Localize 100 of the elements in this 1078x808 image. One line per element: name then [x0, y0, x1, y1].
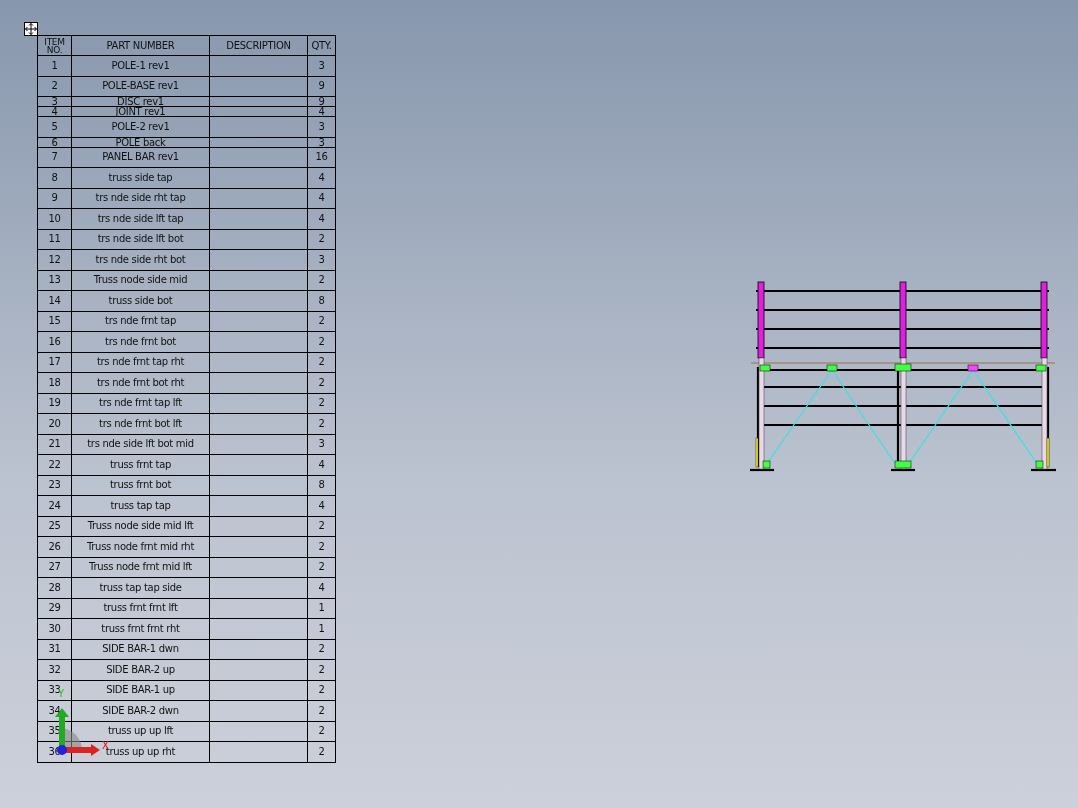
- table-cell: 7: [37, 147, 72, 168]
- table-cell: 31: [37, 639, 72, 660]
- table-cell: truss up up lft: [71, 721, 210, 742]
- table-cell: 22: [37, 454, 72, 475]
- table-cell: 16: [307, 147, 336, 168]
- table-cell: 12: [37, 249, 72, 270]
- table-cell: 4: [307, 577, 336, 598]
- table-cell: 9: [307, 96, 336, 107]
- table-cell: trs nde frnt tap lft: [71, 393, 210, 414]
- table-cell: 8: [37, 167, 72, 188]
- column-header: DESCRIPTION: [209, 35, 308, 56]
- table-cell: 2: [307, 721, 336, 742]
- table-cell: 2: [307, 557, 336, 578]
- table-cell: 14: [37, 290, 72, 311]
- table-cell: 2: [307, 413, 336, 434]
- table-cell: 2: [307, 700, 336, 721]
- table-cell: 2: [307, 639, 336, 660]
- table-cell: truss frnt tap: [71, 454, 210, 475]
- table-cell: trs nde frnt bot: [71, 331, 210, 352]
- table-cell: 1: [307, 598, 336, 619]
- table-cell: Truss node frnt mid rht: [71, 536, 210, 557]
- table-cell: POLE back: [71, 137, 210, 147]
- table-cell: truss frnt frnt lft: [71, 598, 210, 619]
- table-cell: PANEL BAR rev1: [71, 147, 210, 168]
- table-cell: 29: [37, 598, 72, 619]
- table-cell: 9: [37, 188, 72, 209]
- table-cell: 28: [37, 577, 72, 598]
- table-cell: 1: [307, 618, 336, 639]
- table-cell: trs nde frnt tap: [71, 311, 210, 332]
- table-cell: 5: [37, 116, 72, 137]
- table-cell: 3: [307, 249, 336, 270]
- table-cell: 21: [37, 434, 72, 455]
- table-cell: POLE-1 rev1: [71, 55, 210, 76]
- table-cell: DISC rev1: [71, 96, 210, 107]
- table-cell: truss tap tap side: [71, 577, 210, 598]
- table-cell: 2: [307, 516, 336, 537]
- table-cell: 20: [37, 413, 72, 434]
- table-cell: POLE-2 rev1: [71, 116, 210, 137]
- table-cell: Truss node side mid: [71, 270, 210, 291]
- table-cell: 24: [37, 495, 72, 516]
- table-cell: SIDE BAR-1 up: [71, 680, 210, 701]
- table-cell: truss frnt frnt rht: [71, 618, 210, 639]
- table-cell: trs nde frnt tap rht: [71, 352, 210, 373]
- table-cell: 2: [307, 372, 336, 393]
- table-cell: 2: [307, 331, 336, 352]
- move-handle-icon[interactable]: [24, 22, 38, 36]
- table-cell: truss side bot: [71, 290, 210, 311]
- table-cell: 17: [37, 352, 72, 373]
- table-cell: 4: [307, 495, 336, 516]
- table-cell: 2: [307, 229, 336, 250]
- table-cell: 2: [307, 536, 336, 557]
- table-cell: truss frnt bot: [71, 475, 210, 496]
- table-cell: 3: [307, 116, 336, 137]
- table-cell: 10: [37, 208, 72, 229]
- table-cell: 4: [307, 208, 336, 229]
- table-cell: 3: [307, 55, 336, 76]
- table-cell: trs nde side rht bot: [71, 249, 210, 270]
- table-cell: 2: [307, 680, 336, 701]
- table-cell: 2: [307, 270, 336, 291]
- table-cell: 4: [307, 167, 336, 188]
- table-cell: SIDE BAR-2 dwn: [71, 700, 210, 721]
- table-cell: 2: [307, 741, 336, 762]
- table-cell: 8: [307, 475, 336, 496]
- table-cell: 23: [37, 475, 72, 496]
- table-cell: trs nde side lft tap: [71, 208, 210, 229]
- table-cell: 3: [307, 434, 336, 455]
- table-cell: POLE-BASE rev1: [71, 76, 210, 97]
- y-axis-label: Y: [58, 688, 65, 699]
- table-cell: 2: [307, 393, 336, 414]
- column-header: QTY.: [307, 35, 336, 56]
- table-cell: SIDE BAR-1 dwn: [71, 639, 210, 660]
- table-cell: 32: [37, 659, 72, 680]
- table-cell: 19: [37, 393, 72, 414]
- table-cell: 11: [37, 229, 72, 250]
- table-cell: trs nde side rht tap: [71, 188, 210, 209]
- table-cell: 3: [37, 96, 72, 107]
- table-cell: 9: [307, 76, 336, 97]
- table-cell: 4: [307, 106, 336, 117]
- table-cell: truss side tap: [71, 167, 210, 188]
- table-cell: Truss node side mid lft: [71, 516, 210, 537]
- table-cell: trs nde frnt bot rht: [71, 372, 210, 393]
- table-cell: 13: [37, 270, 72, 291]
- table-cell: Truss node frnt mid lft: [71, 557, 210, 578]
- table-cell: 2: [37, 76, 72, 97]
- table-cell: 16: [37, 331, 72, 352]
- table-cell: trs nde frnt bot lft: [71, 413, 210, 434]
- table-cell: 4: [307, 454, 336, 475]
- table-cell: 3: [307, 137, 336, 147]
- table-cell: 26: [37, 536, 72, 557]
- table-cell: 18: [37, 372, 72, 393]
- table-cell: 2: [307, 659, 336, 680]
- table-cell: 4: [37, 106, 72, 117]
- table-cell: 6: [37, 137, 72, 147]
- table-cell: JOINT rev1: [71, 106, 210, 117]
- column-header: ITEM NO.: [37, 35, 72, 56]
- table-cell: 2: [307, 352, 336, 373]
- table-cell: truss tap tap: [71, 495, 210, 516]
- table-cell: 30: [37, 618, 72, 639]
- column-header: PART NUMBER: [71, 35, 210, 56]
- table-cell: 27: [37, 557, 72, 578]
